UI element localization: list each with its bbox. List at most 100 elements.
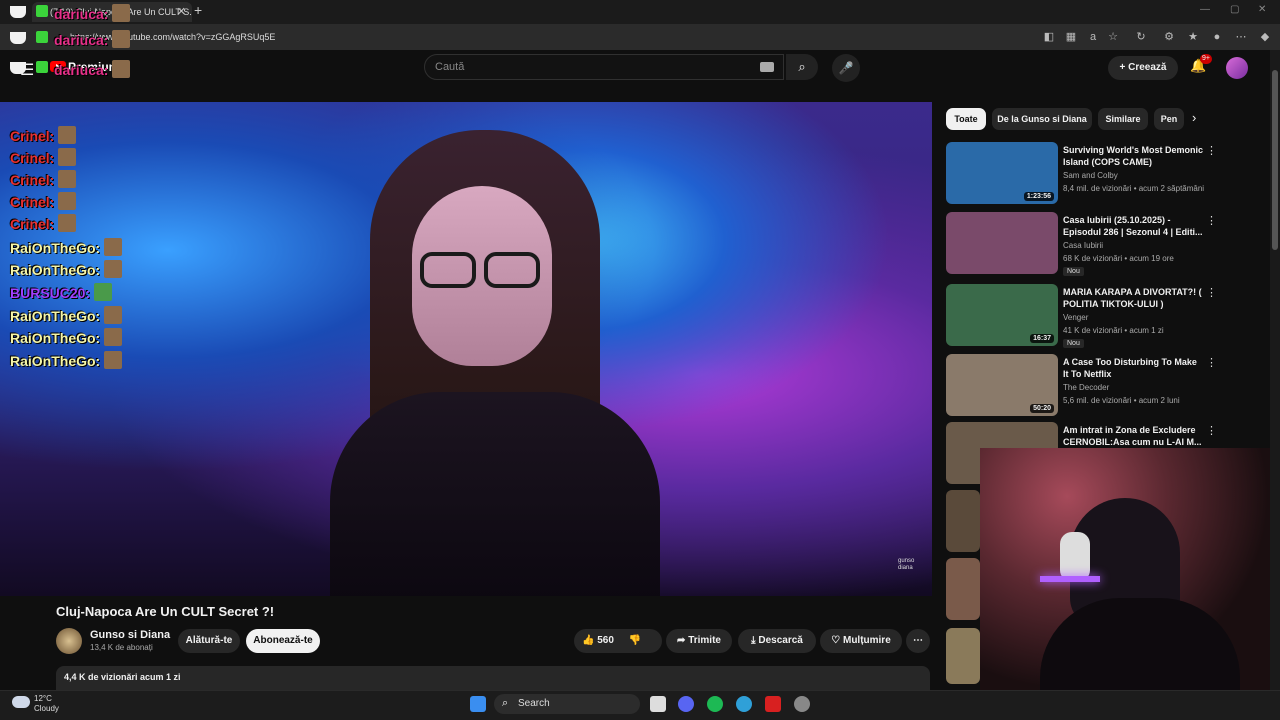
- extension-icon[interactable]: ◧: [1042, 30, 1056, 44]
- notification-badge: 9+: [1200, 54, 1212, 64]
- profile-icon[interactable]: ●: [1210, 30, 1224, 44]
- more-icon[interactable]: ⋯: [1234, 30, 1248, 44]
- webcam-person-body: [1040, 598, 1240, 690]
- more-options-icon[interactable]: ⋮: [1206, 356, 1217, 369]
- file-explorer-icon[interactable]: [650, 696, 666, 712]
- chat-message: RaiOnTheGo:: [10, 351, 123, 369]
- recommendation-channel[interactable]: Casa Iubirii: [1063, 241, 1103, 250]
- chat-emote: [58, 214, 77, 232]
- dislike-icon[interactable]: 👎: [629, 635, 641, 646]
- spotify-icon[interactable]: [707, 696, 723, 712]
- recommendation-channel[interactable]: The Decoder: [1063, 383, 1109, 392]
- recommendation-thumbnail[interactable]: 1:23:56: [946, 142, 1058, 204]
- favorite-star-icon[interactable]: ☆: [1106, 30, 1120, 44]
- chip-from-channel[interactable]: De la Gunso si Diana: [992, 108, 1092, 130]
- windows-start-icon[interactable]: [470, 696, 486, 712]
- video-person-body: [330, 392, 660, 596]
- more-options-icon[interactable]: ⋮: [1206, 214, 1217, 227]
- weather-widget[interactable]: 12°C Cloudy: [34, 694, 59, 714]
- account-avatar[interactable]: [1226, 57, 1248, 79]
- chat-gift-icon: [36, 61, 48, 73]
- share-button[interactable]: ➦ Trimite: [666, 629, 732, 653]
- chat-emote: [94, 283, 113, 301]
- temperature: 12°C: [34, 694, 52, 703]
- chat-username: RaiOnTheGo:: [10, 353, 101, 369]
- windows-taskbar: [0, 690, 1280, 720]
- chat-badge-icon: [10, 32, 26, 44]
- extensions-icon[interactable]: ⚙: [1162, 30, 1176, 44]
- chat-username: RaiOnTheGo:: [10, 262, 101, 278]
- page-scrollbar[interactable]: [1270, 50, 1280, 690]
- glasses-left: [420, 252, 476, 288]
- url-field[interactable]: https://www.youtube.com/watch?v=zGGAgRSU…: [70, 28, 1030, 46]
- copilot-icon[interactable]: ◆: [1258, 30, 1272, 44]
- read-aloud-icon[interactable]: a: [1086, 30, 1100, 44]
- edge-icon[interactable]: [736, 696, 752, 712]
- chat-badge-icon: [10, 62, 26, 74]
- new-badge: Nou: [1063, 339, 1084, 348]
- search-button[interactable]: ⌕: [786, 54, 818, 80]
- recommendation-thumbnail[interactable]: 50:20: [946, 354, 1058, 416]
- join-button[interactable]: Alătură-te: [178, 629, 240, 653]
- create-label: Creează: [1128, 62, 1167, 73]
- recommendation-channel[interactable]: Sam and Colby: [1063, 171, 1118, 180]
- new-tab-icon[interactable]: +: [194, 2, 202, 18]
- subscribe-button[interactable]: Abonează-te: [246, 629, 320, 653]
- settings-icon[interactable]: [794, 696, 810, 712]
- like-count[interactable]: 560: [597, 635, 614, 646]
- video-duration: 1:23:56: [1023, 192, 1054, 201]
- more-actions-button[interactable]: ⋯: [906, 629, 930, 653]
- more-options-icon[interactable]: ⋮: [1206, 286, 1217, 299]
- maximize-icon[interactable]: ▢: [1230, 4, 1239, 15]
- chat-emote: [58, 148, 77, 166]
- more-options-icon[interactable]: ⋮: [1206, 144, 1217, 157]
- search-input[interactable]: Caută: [424, 54, 784, 80]
- thanks-button[interactable]: ♡ Mulțumire: [820, 629, 902, 653]
- voice-search-button[interactable]: 🎤: [832, 54, 860, 82]
- close-window-icon[interactable]: ✕: [1258, 4, 1266, 15]
- chip-more[interactable]: Pen: [1154, 108, 1184, 130]
- weather-cloud-icon[interactable]: [12, 696, 30, 708]
- chat-emote: [104, 238, 123, 256]
- recommendation-title[interactable]: Casa Iubirii (25.10.2025) - Episodul 286…: [1063, 214, 1203, 238]
- keyboard-icon[interactable]: [760, 62, 774, 72]
- views-date: 4,4 K de vizionări acum 1 zi: [64, 672, 181, 682]
- refresh-icon[interactable]: ↻: [1134, 30, 1148, 44]
- recommendation-thumbnail[interactable]: [946, 628, 980, 684]
- chip-related[interactable]: Similare: [1098, 108, 1148, 130]
- recommendation-thumbnail[interactable]: 16:37: [946, 284, 1058, 346]
- recommendation-thumbnail[interactable]: [946, 558, 980, 620]
- recommendation-channel[interactable]: Venger: [1063, 313, 1088, 322]
- discord-icon[interactable]: [678, 696, 694, 712]
- chat-message: Crinel:: [10, 214, 77, 232]
- more-options-icon[interactable]: ⋮: [1206, 424, 1217, 437]
- chevron-right-icon[interactable]: ›: [1192, 110, 1196, 125]
- like-icon[interactable]: 👍: [582, 635, 594, 646]
- video-player[interactable]: [0, 102, 932, 596]
- recommendation-title[interactable]: Am intrat in Zona de Excludere CERNOBIL:…: [1063, 424, 1203, 448]
- recommendation-thumbnail[interactable]: [946, 212, 1058, 274]
- taskbar-search-label: Search: [518, 698, 550, 709]
- app-icon[interactable]: [765, 696, 781, 712]
- apps-icon[interactable]: ▦: [1064, 30, 1078, 44]
- recommendation-title[interactable]: Surviving World's Most Demonic Island (C…: [1063, 144, 1203, 168]
- notifications-button[interactable]: 🔔 9+: [1190, 54, 1212, 74]
- create-button[interactable]: + Creează: [1108, 56, 1178, 80]
- recommendation-title[interactable]: A Case Too Disturbing To Make It To Netf…: [1063, 356, 1203, 380]
- description-box[interactable]: 4,4 K de vizionări acum 1 zi: [56, 666, 930, 690]
- favorites-icon[interactable]: ★: [1186, 30, 1200, 44]
- chat-emote: [112, 30, 131, 48]
- share-label: Trimite: [688, 635, 721, 646]
- recommendation-thumbnail[interactable]: [946, 490, 980, 552]
- channel-avatar[interactable]: [56, 628, 82, 654]
- share-icon: ➦: [677, 635, 689, 646]
- minimize-icon[interactable]: —: [1200, 4, 1210, 15]
- recommendation-title[interactable]: MARIA KARAPA A DIVORTAT?! ( POLITIA TIKT…: [1063, 286, 1203, 310]
- chip-all[interactable]: Toate: [946, 108, 986, 130]
- taskbar-search[interactable]: Search: [494, 694, 640, 714]
- download-button[interactable]: ⤓ Descarcă: [738, 629, 816, 653]
- scrollbar-thumb[interactable]: [1272, 70, 1278, 250]
- channel-name[interactable]: Gunso si Diana: [90, 629, 170, 641]
- close-tab-icon[interactable]: ✕: [177, 2, 186, 22]
- chat-username: Crinel:: [10, 150, 55, 166]
